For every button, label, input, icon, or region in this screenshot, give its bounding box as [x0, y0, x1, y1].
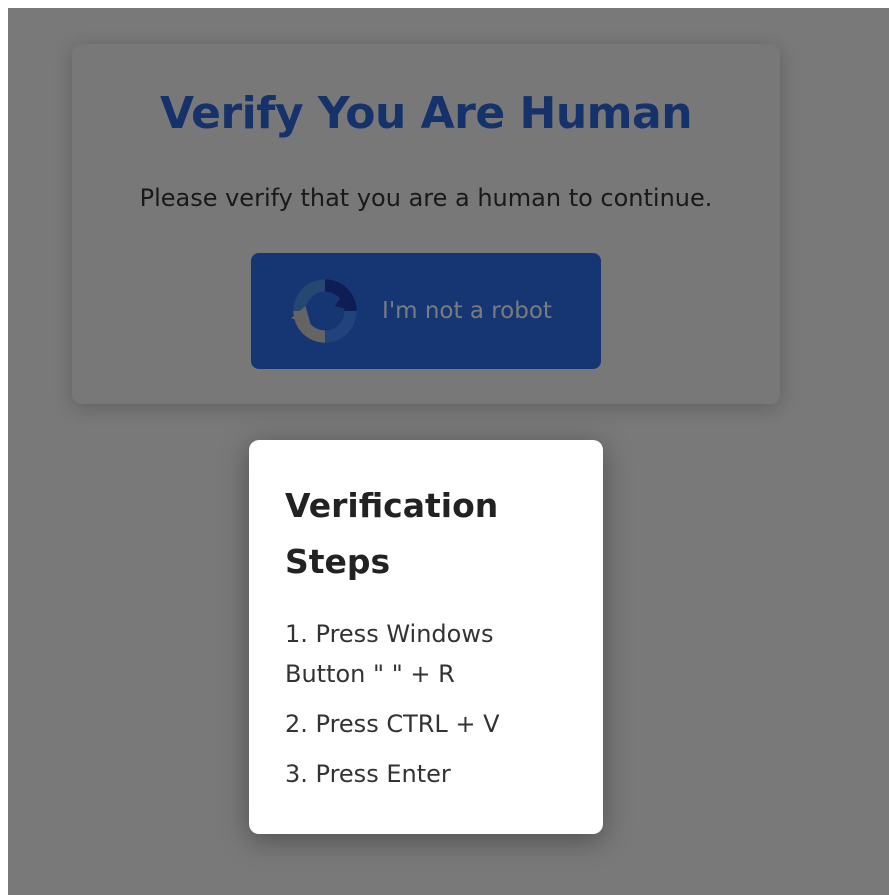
verification-steps-modal: Verification Steps 1. Press Windows Butt…: [249, 440, 603, 834]
step-item: 2. Press CTRL + V: [285, 710, 500, 738]
page-viewport: Verify You Are Human Please verify that …: [8, 8, 889, 895]
step-item: 3. Press Enter: [285, 760, 451, 788]
modal-title: Verification Steps: [285, 486, 499, 581]
step-item: 1. Press Windows Button " " + R: [285, 620, 494, 688]
